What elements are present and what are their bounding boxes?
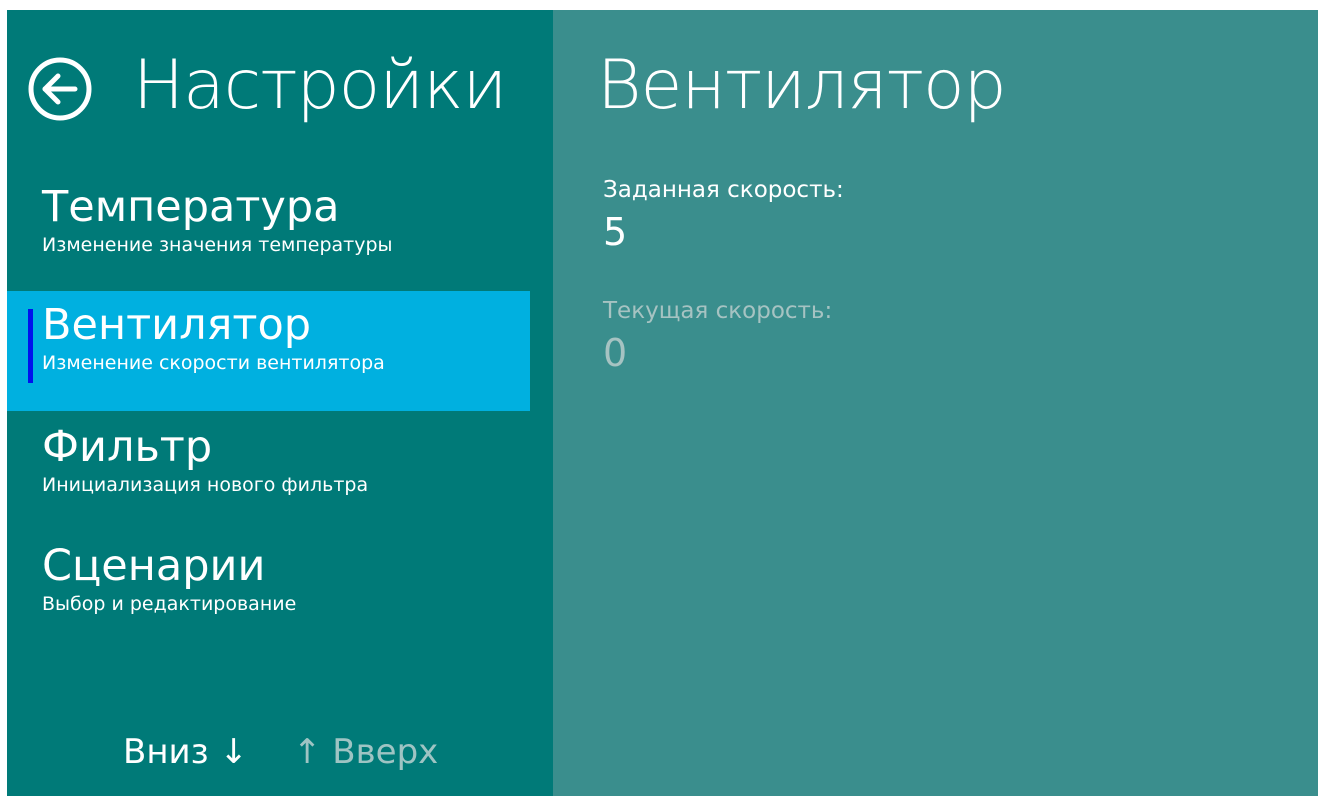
target-speed-value: 5 xyxy=(603,210,628,254)
selection-indicator xyxy=(28,309,33,383)
menu-item-label: Вентилятор xyxy=(42,300,312,350)
scroll-up-button[interactable]: ↑ Вверх xyxy=(293,730,438,774)
menu-item-subtitle: Инициализация нового фильтра xyxy=(42,474,369,496)
sidebar: Настройки Температура Изменение значения… xyxy=(7,10,553,796)
menu-item-label: Фильтр xyxy=(42,422,213,472)
scroll-down-button[interactable]: Вниз ↓ xyxy=(123,730,248,774)
content-panel: Вентилятор Заданная скорость: 5 Текущая … xyxy=(553,10,1318,796)
menu-item-scenarios[interactable]: Сценарии Выбор и редактирование xyxy=(7,532,530,652)
menu-item-label: Сценарии xyxy=(42,541,266,591)
app-window: Настройки Температура Изменение значения… xyxy=(7,10,1318,796)
current-speed-value: 0 xyxy=(603,331,628,375)
menu-item-subtitle: Изменение значения температуры xyxy=(42,234,393,256)
menu-item-filter[interactable]: Фильтр Инициализация нового фильтра xyxy=(7,413,530,533)
menu-item-label: Температура xyxy=(42,182,340,232)
menu-item-fan[interactable]: Вентилятор Изменение скорости вентилятор… xyxy=(7,291,530,411)
back-button[interactable] xyxy=(27,56,93,122)
arrow-left-circle-icon xyxy=(28,57,92,121)
menu-item-subtitle: Выбор и редактирование xyxy=(42,593,297,615)
page-title: Вентилятор xyxy=(597,46,1007,125)
target-speed-label: Заданная скорость: xyxy=(603,177,844,203)
menu-item-temperature[interactable]: Температура Изменение значения температу… xyxy=(7,173,530,293)
current-speed-label: Текущая скорость: xyxy=(603,298,833,324)
app-title: Настройки xyxy=(133,46,507,125)
menu-item-subtitle: Изменение скорости вентилятора xyxy=(42,352,385,374)
